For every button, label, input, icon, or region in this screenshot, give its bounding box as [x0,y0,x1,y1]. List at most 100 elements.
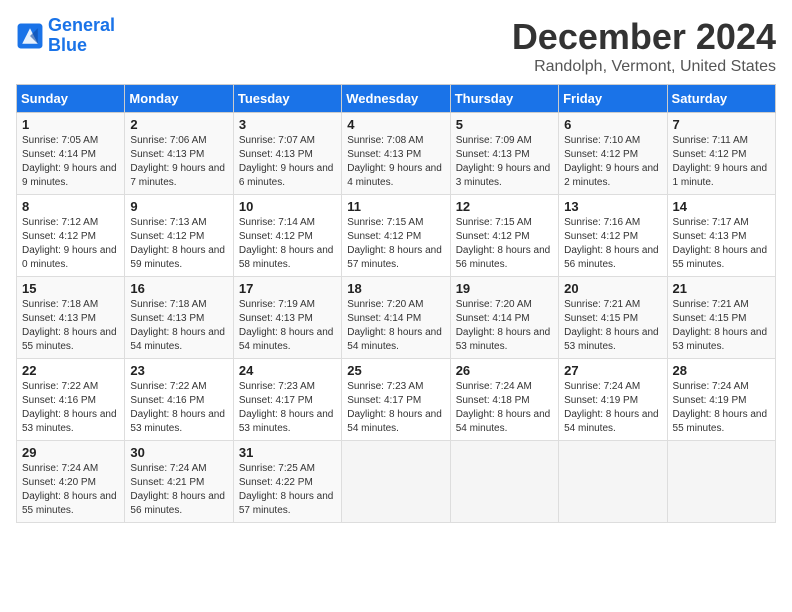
day-number: 17 [239,281,336,296]
calendar-week-row: 15 Sunrise: 7:18 AMSunset: 4:13 PMDaylig… [17,277,776,359]
day-info: Sunrise: 7:22 AMSunset: 4:16 PMDaylight:… [22,381,117,434]
day-number: 22 [22,363,119,378]
day-number: 3 [239,117,336,132]
page-header: General Blue December 2024 Randolph, Ver… [16,16,776,76]
table-row: 11 Sunrise: 7:15 AMSunset: 4:12 PMDaylig… [342,195,450,277]
day-number: 28 [673,363,770,378]
day-info: Sunrise: 7:24 AMSunset: 4:20 PMDaylight:… [22,463,117,516]
day-info: Sunrise: 7:05 AMSunset: 4:14 PMDaylight:… [22,135,117,188]
table-row: 4 Sunrise: 7:08 AMSunset: 4:13 PMDayligh… [342,113,450,195]
day-info: Sunrise: 7:11 AMSunset: 4:12 PMDaylight:… [673,135,768,188]
day-number: 8 [22,199,119,214]
day-number: 23 [130,363,227,378]
table-row [450,441,558,523]
day-number: 16 [130,281,227,296]
calendar-table: Sunday Monday Tuesday Wednesday Thursday… [16,84,776,523]
day-number: 11 [347,199,444,214]
table-row: 29 Sunrise: 7:24 AMSunset: 4:20 PMDaylig… [17,441,125,523]
col-tuesday: Tuesday [233,85,341,113]
day-info: Sunrise: 7:20 AMSunset: 4:14 PMDaylight:… [456,299,551,352]
day-info: Sunrise: 7:23 AMSunset: 4:17 PMDaylight:… [239,381,334,434]
day-number: 29 [22,445,119,460]
location-title: Randolph, Vermont, United States [512,58,776,76]
table-row: 28 Sunrise: 7:24 AMSunset: 4:19 PMDaylig… [667,359,775,441]
logo-icon [16,22,44,50]
day-info: Sunrise: 7:21 AMSunset: 4:15 PMDaylight:… [673,299,768,352]
day-info: Sunrise: 7:09 AMSunset: 4:13 PMDaylight:… [456,135,551,188]
day-info: Sunrise: 7:14 AMSunset: 4:12 PMDaylight:… [239,217,334,270]
calendar-week-row: 8 Sunrise: 7:12 AMSunset: 4:12 PMDayligh… [17,195,776,277]
table-row: 13 Sunrise: 7:16 AMSunset: 4:12 PMDaylig… [559,195,667,277]
table-row: 1 Sunrise: 7:05 AMSunset: 4:14 PMDayligh… [17,113,125,195]
table-row: 7 Sunrise: 7:11 AMSunset: 4:12 PMDayligh… [667,113,775,195]
table-row: 26 Sunrise: 7:24 AMSunset: 4:18 PMDaylig… [450,359,558,441]
day-info: Sunrise: 7:18 AMSunset: 4:13 PMDaylight:… [22,299,117,352]
day-info: Sunrise: 7:17 AMSunset: 4:13 PMDaylight:… [673,217,768,270]
day-info: Sunrise: 7:16 AMSunset: 4:12 PMDaylight:… [564,217,659,270]
day-number: 24 [239,363,336,378]
calendar-week-row: 22 Sunrise: 7:22 AMSunset: 4:16 PMDaylig… [17,359,776,441]
table-row [342,441,450,523]
day-info: Sunrise: 7:10 AMSunset: 4:12 PMDaylight:… [564,135,659,188]
day-number: 21 [673,281,770,296]
table-row [559,441,667,523]
table-row: 17 Sunrise: 7:19 AMSunset: 4:13 PMDaylig… [233,277,341,359]
day-number: 12 [456,199,553,214]
day-info: Sunrise: 7:08 AMSunset: 4:13 PMDaylight:… [347,135,442,188]
table-row: 16 Sunrise: 7:18 AMSunset: 4:13 PMDaylig… [125,277,233,359]
day-info: Sunrise: 7:07 AMSunset: 4:13 PMDaylight:… [239,135,334,188]
table-row: 30 Sunrise: 7:24 AMSunset: 4:21 PMDaylig… [125,441,233,523]
table-row: 21 Sunrise: 7:21 AMSunset: 4:15 PMDaylig… [667,277,775,359]
day-info: Sunrise: 7:19 AMSunset: 4:13 PMDaylight:… [239,299,334,352]
day-number: 15 [22,281,119,296]
table-row: 12 Sunrise: 7:15 AMSunset: 4:12 PMDaylig… [450,195,558,277]
day-info: Sunrise: 7:13 AMSunset: 4:12 PMDaylight:… [130,217,225,270]
day-info: Sunrise: 7:24 AMSunset: 4:21 PMDaylight:… [130,463,225,516]
logo: General Blue [16,16,115,56]
table-row: 5 Sunrise: 7:09 AMSunset: 4:13 PMDayligh… [450,113,558,195]
col-friday: Friday [559,85,667,113]
day-info: Sunrise: 7:23 AMSunset: 4:17 PMDaylight:… [347,381,442,434]
day-number: 9 [130,199,227,214]
day-info: Sunrise: 7:20 AMSunset: 4:14 PMDaylight:… [347,299,442,352]
col-wednesday: Wednesday [342,85,450,113]
day-number: 20 [564,281,661,296]
day-number: 5 [456,117,553,132]
table-row: 8 Sunrise: 7:12 AMSunset: 4:12 PMDayligh… [17,195,125,277]
day-info: Sunrise: 7:24 AMSunset: 4:19 PMDaylight:… [673,381,768,434]
col-sunday: Sunday [17,85,125,113]
table-row: 19 Sunrise: 7:20 AMSunset: 4:14 PMDaylig… [450,277,558,359]
day-number: 14 [673,199,770,214]
day-number: 6 [564,117,661,132]
table-row: 22 Sunrise: 7:22 AMSunset: 4:16 PMDaylig… [17,359,125,441]
calendar-week-row: 1 Sunrise: 7:05 AMSunset: 4:14 PMDayligh… [17,113,776,195]
table-row: 15 Sunrise: 7:18 AMSunset: 4:13 PMDaylig… [17,277,125,359]
col-monday: Monday [125,85,233,113]
title-block: December 2024 Randolph, Vermont, United … [512,16,776,76]
day-info: Sunrise: 7:25 AMSunset: 4:22 PMDaylight:… [239,463,334,516]
day-number: 10 [239,199,336,214]
day-number: 4 [347,117,444,132]
day-info: Sunrise: 7:24 AMSunset: 4:19 PMDaylight:… [564,381,659,434]
table-row: 23 Sunrise: 7:22 AMSunset: 4:16 PMDaylig… [125,359,233,441]
day-number: 30 [130,445,227,460]
table-row: 10 Sunrise: 7:14 AMSunset: 4:12 PMDaylig… [233,195,341,277]
day-number: 1 [22,117,119,132]
table-row: 24 Sunrise: 7:23 AMSunset: 4:17 PMDaylig… [233,359,341,441]
day-number: 27 [564,363,661,378]
day-number: 7 [673,117,770,132]
table-row: 27 Sunrise: 7:24 AMSunset: 4:19 PMDaylig… [559,359,667,441]
day-number: 13 [564,199,661,214]
col-saturday: Saturday [667,85,775,113]
day-number: 31 [239,445,336,460]
month-title: December 2024 [512,16,776,58]
table-row: 3 Sunrise: 7:07 AMSunset: 4:13 PMDayligh… [233,113,341,195]
day-info: Sunrise: 7:06 AMSunset: 4:13 PMDaylight:… [130,135,225,188]
day-info: Sunrise: 7:18 AMSunset: 4:13 PMDaylight:… [130,299,225,352]
table-row: 31 Sunrise: 7:25 AMSunset: 4:22 PMDaylig… [233,441,341,523]
day-number: 18 [347,281,444,296]
day-info: Sunrise: 7:22 AMSunset: 4:16 PMDaylight:… [130,381,225,434]
table-row: 9 Sunrise: 7:13 AMSunset: 4:12 PMDayligh… [125,195,233,277]
day-number: 25 [347,363,444,378]
table-row: 18 Sunrise: 7:20 AMSunset: 4:14 PMDaylig… [342,277,450,359]
